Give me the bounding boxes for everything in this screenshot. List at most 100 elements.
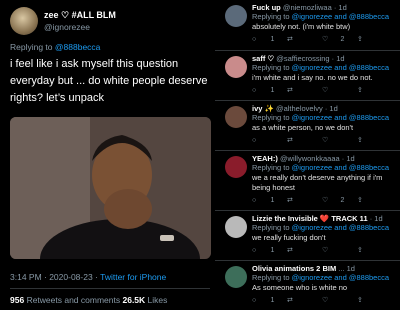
avatar[interactable] [225,5,247,27]
retweet-button[interactable]: ⇄ [287,136,322,144]
retweet-button[interactable]: ⇄ [287,196,322,204]
avatar[interactable] [225,106,247,128]
reply-text: we really fucking don't [252,233,326,242]
reply-button[interactable]: ○ 1 [252,196,287,204]
like-button[interactable]: ♡ 2 [322,35,357,44]
mention-link[interactable]: @ignorezee and @888becca [292,63,389,72]
heart-icon: ♡ [322,247,329,254]
reply-author-handle: · 1d [367,214,383,223]
tweet-text: i feel like i ask myself this question e… [10,58,208,104]
share-button[interactable]: ⇪ [357,246,392,254]
retweet-icon: ⇄ [287,197,293,204]
share-button[interactable]: ⇪ [357,196,392,204]
like-button[interactable]: ♡ [322,86,357,94]
heart-icon: ♡ [322,137,329,144]
tweet-photo[interactable] [10,117,211,259]
timestamp: 3:14 PM · 2020-08-23 · [10,272,101,282]
share-icon: ⇪ [357,137,363,144]
reply-button[interactable]: ○ 1 [252,296,287,304]
divider [215,150,400,151]
reply-button[interactable]: ○ 1 [252,35,287,43]
retweet-button[interactable]: ⇄ [287,296,322,304]
tweet-author[interactable]: zee ♡ #ALL BLM @ignorezee [10,7,116,35]
likes-count[interactable]: 26.5K [122,295,145,305]
reply-icon: ○ [252,35,257,43]
reply-icon: ○ [252,196,257,204]
share-button[interactable]: ⇪ [357,136,392,144]
mention-link[interactable]: @ignorezee and @888becca [292,163,389,172]
retweet-icon: ⇄ [287,247,293,254]
reply-text: absolutely not. (i'm white btw) [252,22,351,31]
mention-link[interactable]: @ignorezee and @888becca [292,223,389,232]
reply-text: as a white person, no we don't [252,123,354,132]
replying-label: Replying to [252,273,290,282]
mention-link[interactable]: @ignorezee and @888becca [292,113,389,122]
avatar[interactable] [225,156,247,178]
like-button[interactable]: ♡ [322,246,357,254]
share-icon: ⇪ [357,197,363,204]
replies-column: Fuck up @niemozliwaa · 1d Replying to @i… [215,0,400,310]
retweet-icon: ⇄ [287,137,293,144]
main-tweet: zee ♡ #ALL BLM @ignorezee Replying to @8… [0,0,215,310]
retweets-count[interactable]: 956 [10,295,24,305]
share-button[interactable]: ⇪ [357,86,392,94]
client-link[interactable]: Twitter for iPhone [100,272,166,282]
mention-link[interactable]: @888becca [55,42,101,52]
author-handle[interactable]: @ignorezee [44,21,116,33]
mention-link[interactable]: @ignorezee and @888becca [292,273,389,282]
tweet-stats: 956 Retweets and comments 26.5K Likes [10,295,167,305]
retweet-button[interactable]: ⇄ [287,246,322,254]
reply-author-name[interactable]: Fuck up [252,3,281,12]
replying-label: Replying to [10,42,53,52]
reply-author-name[interactable]: ivy ✨ [252,104,274,113]
divider [215,210,400,211]
reply-button[interactable]: ○ 1 [252,246,287,254]
like-button[interactable]: ♡ 2 [322,196,357,205]
reply-text: As someone who is white no [252,283,348,292]
replying-label: Replying to [252,63,290,72]
reply-button[interactable]: ○ 1 [252,86,287,94]
reply-icon: ○ [252,296,257,304]
reply-author-name[interactable]: saff ♡ [252,54,274,63]
avatar[interactable] [225,216,247,238]
retweet-button[interactable]: ⇄ [287,86,322,94]
retweet-icon: ⇄ [287,297,293,304]
divider [215,50,400,51]
avatar[interactable] [225,56,247,78]
likes-label[interactable]: Likes [148,295,168,305]
replying-to: Replying to @888becca [10,42,100,52]
replying-label: Replying to [252,113,290,122]
share-button[interactable]: ⇪ [357,296,392,304]
avatar[interactable] [10,7,38,35]
retweet-button[interactable]: ⇄ [287,35,322,43]
reply-button[interactable]: ○ [252,136,287,144]
reply-author-handle: @althelovelvy · 1d [275,104,338,113]
replying-label: Replying to [252,12,290,21]
reply-author-name[interactable]: YEAH:) [252,154,278,163]
reply-icon: ○ [252,136,257,144]
share-icon: ⇪ [357,36,363,43]
retweets-label[interactable]: Retweets and comments [27,295,121,305]
like-button[interactable]: ♡ [322,296,357,304]
share-button[interactable]: ⇪ [357,35,392,43]
mention-link[interactable]: @ignorezee and @888becca [292,12,389,21]
divider [215,100,400,101]
heart-icon: ♡ [322,36,329,43]
replying-label: Replying to [252,163,290,172]
share-icon: ⇪ [357,297,363,304]
reply-icon: ○ [252,86,257,94]
author-name[interactable]: zee ♡ #ALL BLM [44,9,116,21]
retweet-icon: ⇄ [287,87,293,94]
heart-icon: ♡ [322,87,329,94]
divider [215,260,400,261]
share-icon: ⇪ [357,87,363,94]
reply-author-name[interactable]: Olivia animations 2 BIM [252,264,336,273]
heart-icon: ♡ [322,197,329,204]
like-button[interactable]: ♡ [322,136,357,144]
reply-author-handle: @niemozliwaa · 1d [282,3,347,12]
replying-label: Replying to [252,223,290,232]
share-icon: ⇪ [357,247,363,254]
tweet-meta: 3:14 PM · 2020-08-23 · Twitter for iPhon… [10,272,166,282]
reply-author-name[interactable]: Lizzie the Invisible ❤️ TRACK 11 [252,214,368,223]
avatar[interactable] [225,266,247,288]
